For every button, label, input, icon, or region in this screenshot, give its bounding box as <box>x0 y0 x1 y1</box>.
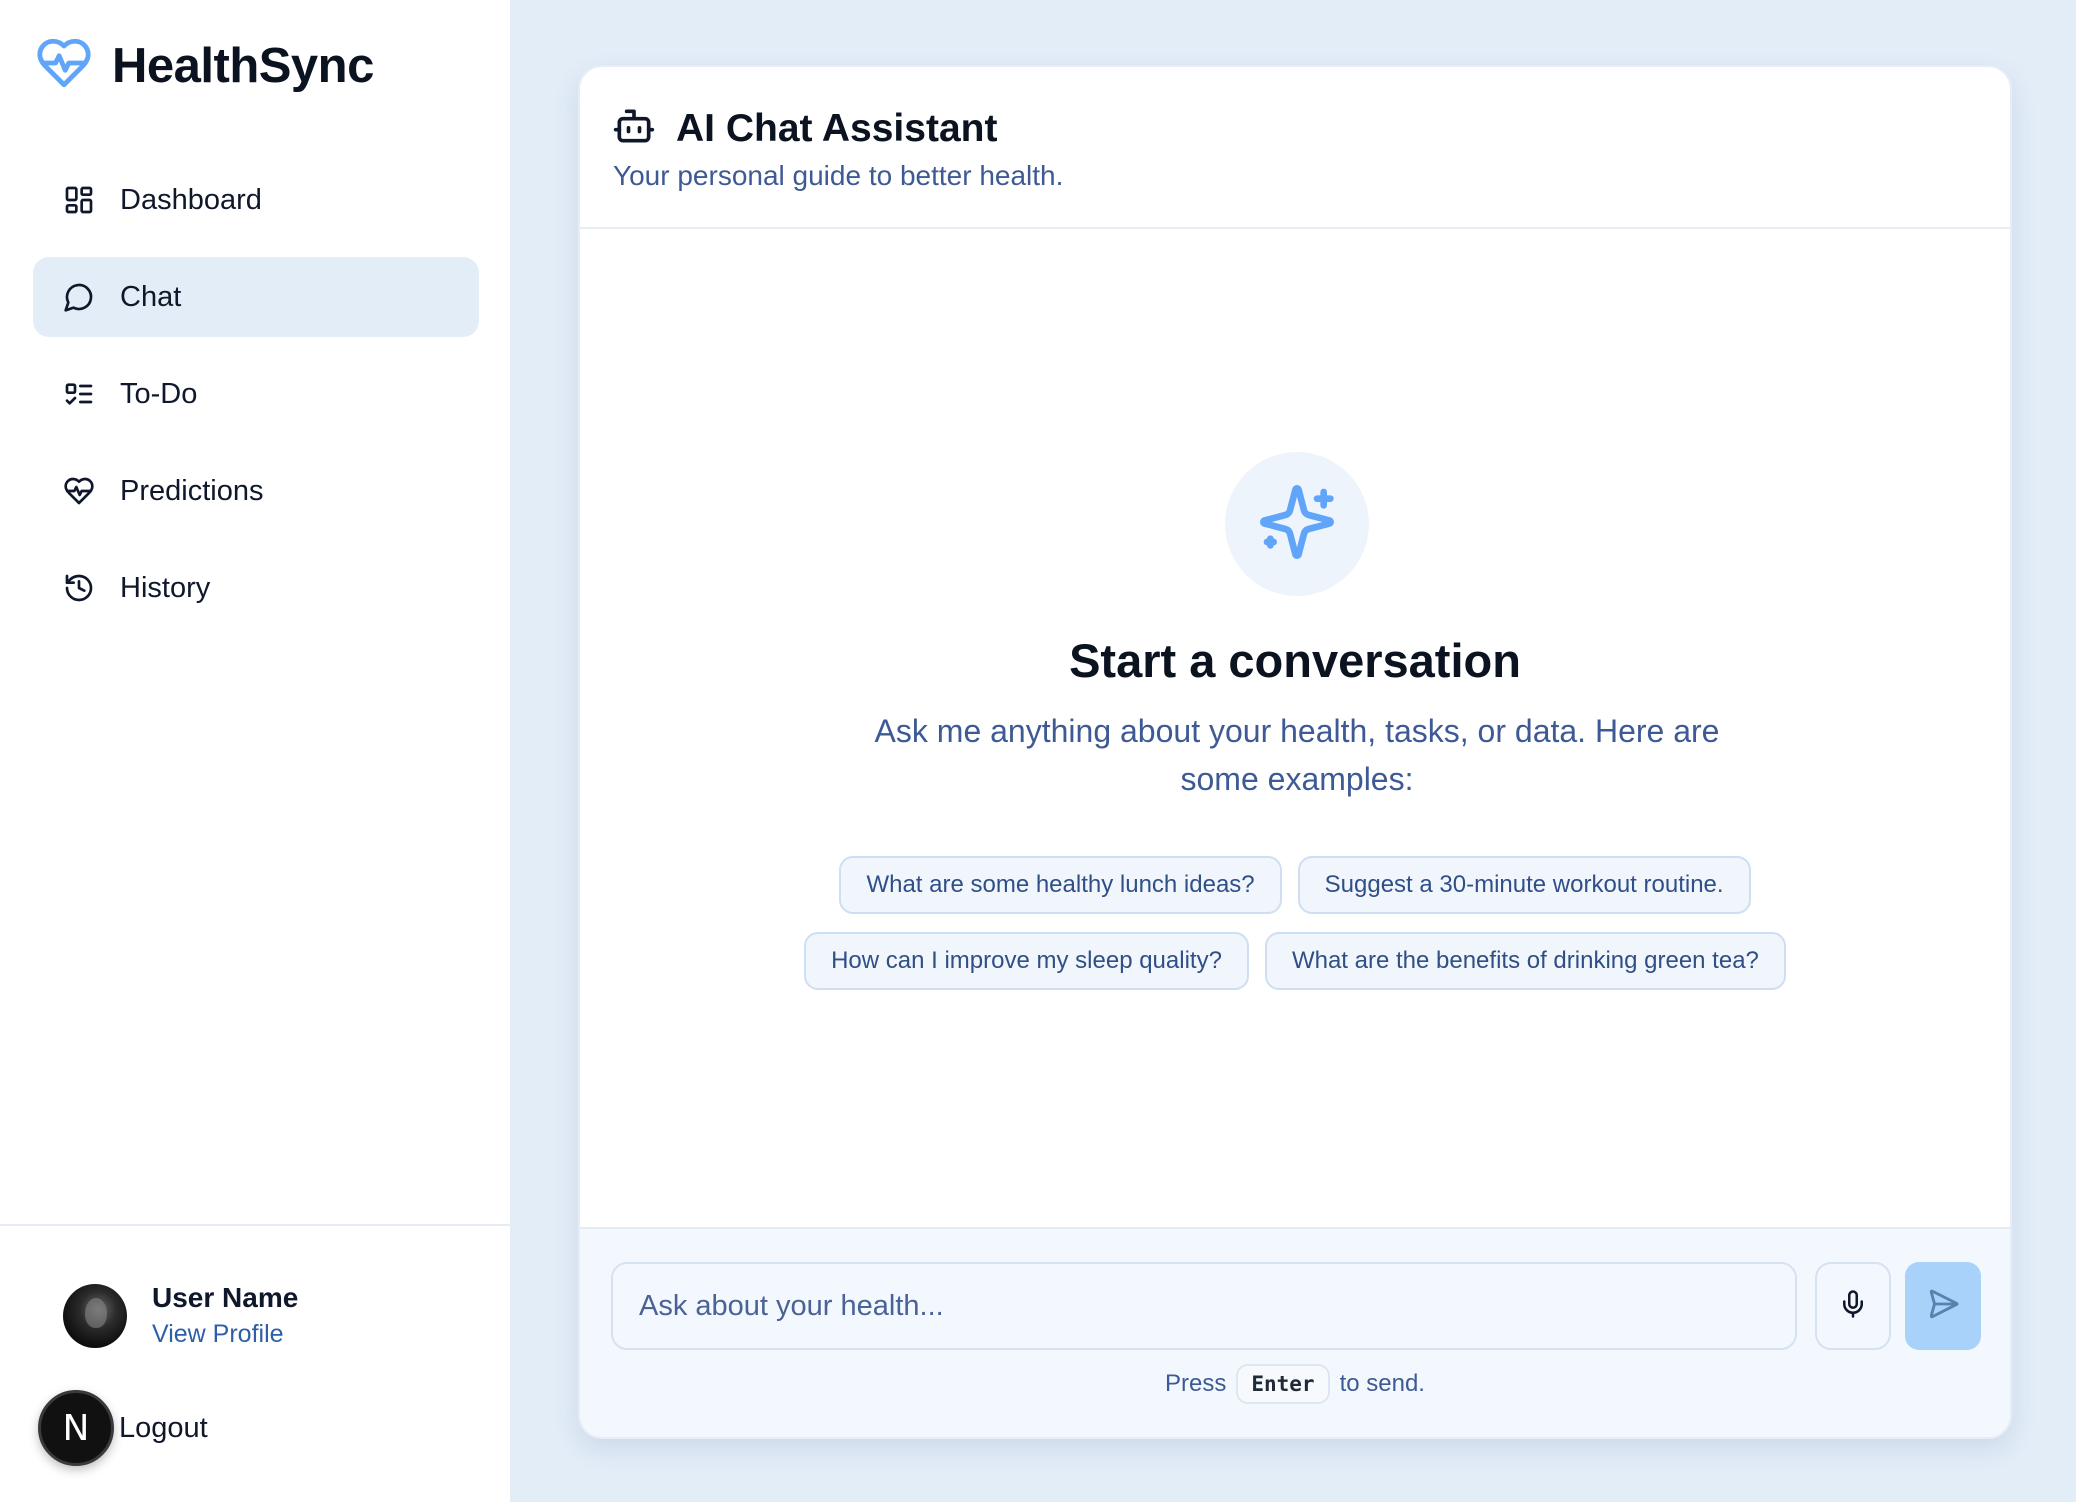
suggestion-row: What are some healthy lunch ideas? Sugge… <box>580 856 2010 914</box>
profile-text: User Name View Profile <box>152 1282 298 1349</box>
brand-name: HealthSync <box>112 38 374 93</box>
user-name: User Name <box>152 1282 299 1313</box>
enter-key-badge: Enter <box>1236 1364 1330 1404</box>
avatar[interactable] <box>63 1283 127 1348</box>
checklist-icon <box>63 378 95 410</box>
nav-label-predictions: Predictions <box>120 474 264 507</box>
page-title: AI Chat Assistant <box>676 106 998 150</box>
chat-input-area: Press Enter to send. <box>580 1227 2010 1437</box>
hint-prefix: Press <box>1165 1370 1227 1397</box>
chat-bubble-icon <box>63 281 95 313</box>
chat-input[interactable] <box>611 1262 1797 1350</box>
nav-item-todo[interactable]: To-Do <box>33 354 479 434</box>
brand[interactable]: HealthSync <box>34 34 374 97</box>
n-badge-icon[interactable]: N <box>38 1390 114 1466</box>
empty-state: Start a conversation Ask me anything abo… <box>580 229 2010 1229</box>
nav-label-history: History <box>120 571 211 604</box>
suggestion-chip[interactable]: How can I improve my sleep quality? <box>804 932 1249 990</box>
logout-label[interactable]: Logout <box>119 1412 208 1445</box>
suggestion-chip[interactable]: Suggest a 30-minute workout routine. <box>1297 856 1751 914</box>
suggestion-row: How can I improve my sleep quality? What… <box>580 932 2010 990</box>
robot-icon <box>612 104 656 153</box>
sparkles-icon <box>1257 482 1337 567</box>
send-button[interactable] <box>1905 1262 1981 1350</box>
history-icon <box>63 572 95 604</box>
nav-label-chat: Chat <box>120 280 182 313</box>
suggestion-list: What are some healthy lunch ideas? Sugge… <box>580 856 2010 1008</box>
chat-card: AI Chat Assistant Your personal guide to… <box>578 65 2012 1439</box>
nav-item-history[interactable]: History <box>33 548 479 628</box>
microphone-icon <box>1838 1289 1868 1324</box>
nav-item-dashboard[interactable]: Dashboard <box>33 160 479 240</box>
view-profile-link[interactable]: View Profile <box>152 1320 298 1349</box>
dashboard-grid-icon <box>63 184 95 216</box>
microphone-button[interactable] <box>1815 1262 1891 1350</box>
send-icon <box>1926 1287 1960 1326</box>
suggestion-chip[interactable]: What are some healthy lunch ideas? <box>839 856 1282 914</box>
empty-state-title: Start a conversation <box>1069 634 1521 687</box>
send-hint: Press Enter to send. <box>580 1364 2010 1404</box>
user-profile[interactable]: User Name View Profile <box>63 1282 298 1349</box>
chat-header: AI Chat Assistant Your personal guide to… <box>580 67 2010 229</box>
nav-label-dashboard: Dashboard <box>120 183 262 216</box>
nav-item-chat[interactable]: Chat <box>33 257 479 337</box>
nav-label-todo: To-Do <box>120 377 198 410</box>
heart-pulse-icon <box>34 34 94 97</box>
heart-pulse-icon <box>63 475 95 507</box>
page-subtitle: Your personal guide to better health. <box>613 160 1064 191</box>
sidebar-footer: User Name View Profile N Logout <box>0 1224 510 1502</box>
hint-suffix: to send. <box>1339 1370 1425 1397</box>
logout-button[interactable]: N Logout <box>38 1390 208 1466</box>
suggestion-chip[interactable]: What are the benefits of drinking green … <box>1264 932 1786 990</box>
nav-item-predictions[interactable]: Predictions <box>33 451 479 531</box>
sparkles-badge <box>1225 452 1369 596</box>
app-root: HealthSync Dashboard Chat To-Do Predicti… <box>0 0 2076 1502</box>
empty-state-description: Ask me anything about your health, tasks… <box>874 713 1720 797</box>
main-nav: Dashboard Chat To-Do Predictions History <box>33 160 479 645</box>
title-row: AI Chat Assistant <box>612 104 997 153</box>
sidebar: HealthSync Dashboard Chat To-Do Predicti… <box>0 0 512 1502</box>
